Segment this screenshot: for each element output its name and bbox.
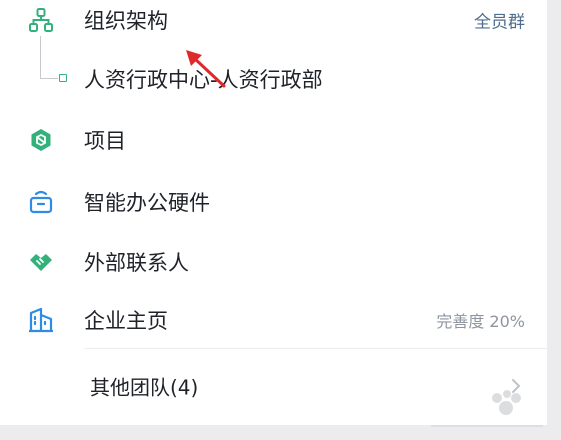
divider [84, 348, 547, 349]
hardware-icon [28, 189, 54, 215]
external-contacts-row[interactable]: 外部联系人 [0, 234, 547, 290]
company-homepage-label: 企业主页 [84, 309, 168, 333]
project-row[interactable]: 项目 [0, 112, 547, 168]
org-structure-label: 组织架构 [84, 9, 168, 33]
smart-hardware-label: 智能办公硬件 [84, 191, 210, 215]
external-contacts-label: 外部联系人 [84, 251, 189, 275]
project-label: 项目 [84, 129, 126, 153]
tree-node-icon [59, 74, 67, 82]
settings-card: 组织架构 全员群 人资行政中心-人资行政部 项目 智能办公硬件 外部联系人 企业… [0, 0, 547, 425]
tree-line [40, 36, 41, 78]
watermark-logo [431, 390, 543, 427]
project-icon [28, 127, 54, 153]
completeness-text: 完善度 20% [436, 312, 525, 331]
org-structure-row[interactable]: 组织架构 全员群 [0, 0, 547, 48]
all-staff-group-link[interactable]: 全员群 [474, 8, 525, 33]
org-tree-icon [28, 7, 54, 33]
department-item[interactable]: 人资行政中心-人资行政部 [84, 64, 323, 94]
tree-branch [40, 78, 58, 79]
company-homepage-row[interactable]: 企业主页 完善度 20% [0, 292, 547, 348]
other-teams-label: 其他团队(4) [90, 375, 199, 400]
building-icon [28, 307, 54, 333]
smart-hardware-row[interactable]: 智能办公硬件 [0, 174, 547, 230]
handshake-icon [28, 249, 54, 275]
